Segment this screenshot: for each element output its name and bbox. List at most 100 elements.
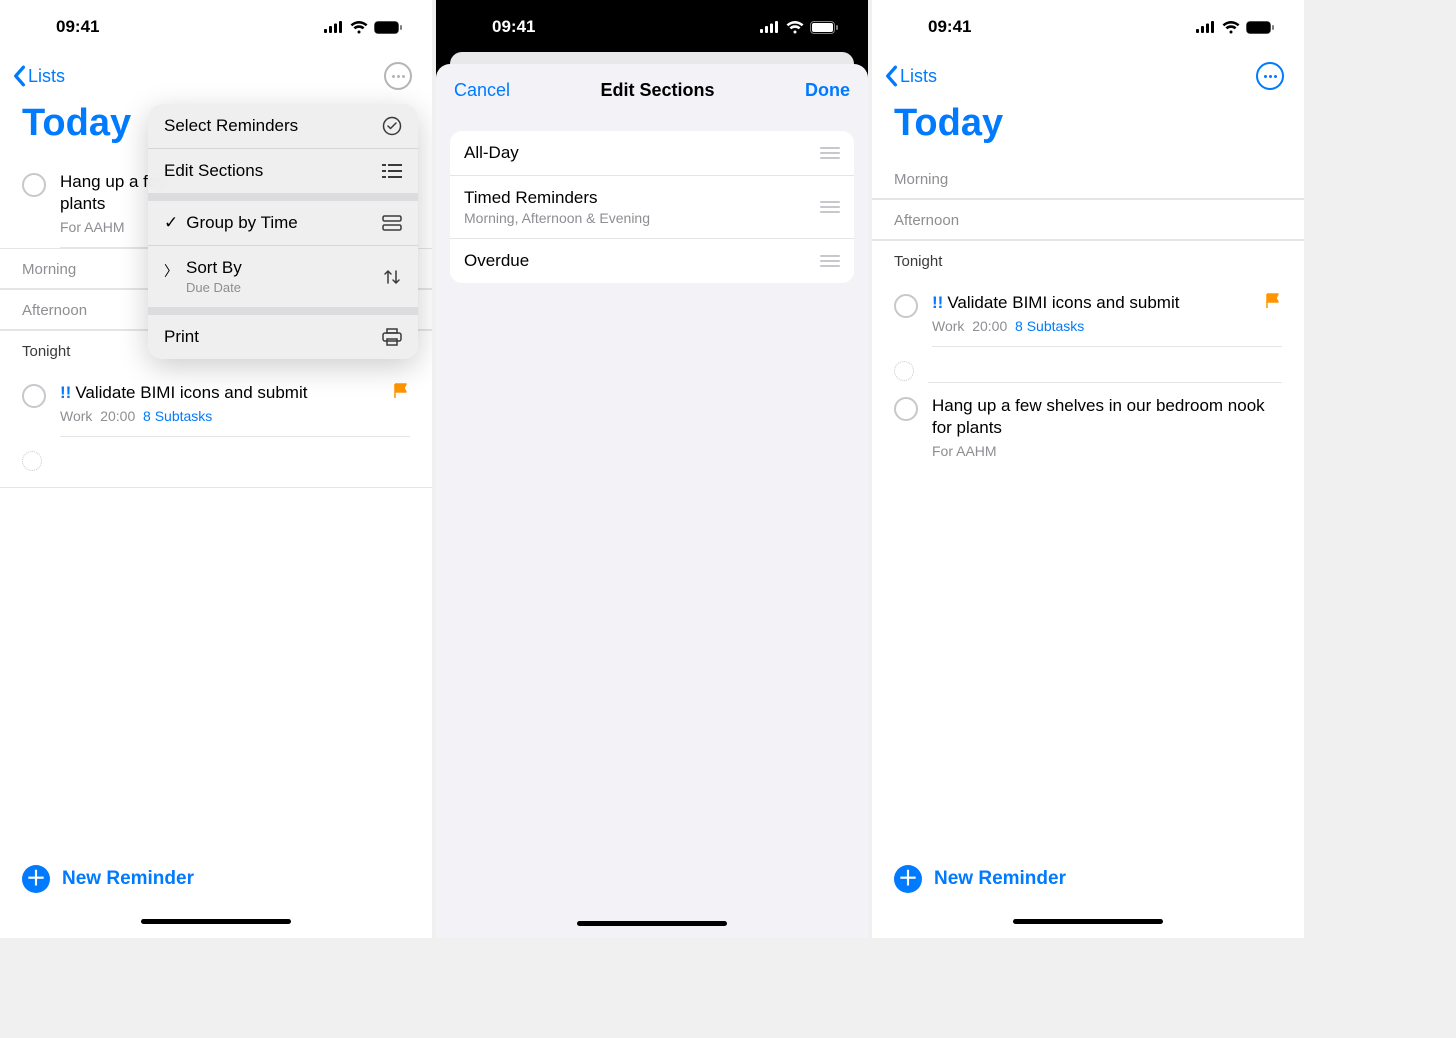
section-header-morning: Morning [872,159,1304,199]
back-button[interactable]: Lists [12,65,65,87]
chevron-left-icon [12,65,26,87]
checkbox-circle-icon[interactable] [22,173,46,197]
back-label: Lists [900,66,937,87]
status-indicators [1196,21,1274,34]
printer-icon [382,328,402,346]
cellular-icon [1196,21,1216,33]
reminder-item[interactable]: Hang up a few shelves in our bedroom noo… [872,383,1304,471]
screenshot-2: 09:41 Cancel Edit Sections Done All-Day … [436,0,868,938]
reminder-meta: Work 20:00 8 Subtasks [60,408,410,424]
reminder-item[interactable]: !!Validate BIMI icons and submit Work 20… [872,280,1304,347]
edit-sections-sheet: Cancel Edit Sections Done All-Day Timed … [436,64,868,938]
menu-edit-sections[interactable]: Edit Sections [148,149,418,201]
rows-icon [382,215,402,231]
drag-handle-icon[interactable] [820,255,840,267]
dot-icon [1264,75,1267,78]
plus-circle-icon: ＋ [22,865,50,893]
section-cell-allday[interactable]: All-Day [450,131,854,176]
status-indicators [760,21,838,34]
menu-group-by-time[interactable]: ✓Group by Time [148,201,418,246]
status-bar: 09:41 [436,0,868,54]
checkbox-circle-icon[interactable] [894,397,918,421]
more-button[interactable] [384,62,412,90]
chevron-left-icon [884,65,898,87]
reminder-meta: Work 20:00 8 Subtasks [932,318,1282,334]
bottom-bar: ＋ New Reminder [872,845,1304,938]
status-bar: 09:41 [0,0,432,54]
checkbox-circle-icon[interactable] [894,294,918,318]
reminder-item[interactable]: !!Validate BIMI icons and submit Work 20… [0,370,432,437]
dot-icon [392,75,395,78]
new-reminder-row[interactable] [872,347,1304,383]
reminder-title: Validate BIMI icons and submit [75,383,307,402]
reminder-title-line2: plants [60,194,105,213]
sheet-navbar: Cancel Edit Sections Done [436,64,868,117]
screenshot-3: 09:41 Lists Today Morning Afternoon Toni… [872,0,1304,938]
flag-icon [1264,292,1282,310]
more-button[interactable] [1256,62,1284,90]
add-circle-dotted-icon[interactable] [894,361,914,381]
dot-icon [397,75,400,78]
battery-icon [810,21,838,34]
wifi-icon [786,21,804,34]
chevron-right-icon: 〉 [164,261,178,281]
home-indicator[interactable] [141,919,291,924]
dot-icon [402,75,405,78]
options-popover: Select Reminders Edit Sections ✓Group by… [148,104,418,359]
screenshot-1: 09:41 Lists Today Hang up a fewplants Fo… [0,0,432,938]
cellular-icon [760,21,780,33]
drag-handle-icon[interactable] [820,201,840,213]
menu-sort-by[interactable]: 〉 Sort By Due Date [148,246,418,315]
status-bar: 09:41 [872,0,1304,54]
cellular-icon [324,21,344,33]
cell-subtitle: Morning, Afternoon & Evening [464,210,650,226]
status-time: 09:41 [492,17,535,37]
dot-icon [1274,75,1277,78]
back-label: Lists [28,66,65,87]
reminder-title: Hang up a few shelves in our bedroom noo… [932,396,1265,437]
status-indicators [324,21,402,34]
battery-icon [1246,21,1274,34]
section-header-afternoon: Afternoon [872,199,1304,240]
navbar: Lists [0,54,432,94]
bottom-bar: ＋ New Reminder [0,845,432,938]
drag-handle-icon[interactable] [820,147,840,159]
subtasks-link[interactable]: 8 Subtasks [1015,318,1084,334]
navbar: Lists [872,54,1304,94]
reminder-meta: For AAHM [932,443,1282,459]
cancel-button[interactable]: Cancel [454,80,510,101]
menu-select-reminders[interactable]: Select Reminders [148,104,418,149]
menu-print[interactable]: Print [148,315,418,359]
subtasks-link[interactable]: 8 Subtasks [143,408,212,424]
list-sections-icon [382,163,402,179]
priority-marker: !! [60,383,71,402]
checkbox-circle-icon[interactable] [22,384,46,408]
home-indicator[interactable] [577,921,727,926]
section-header-tonight: Tonight [872,240,1304,280]
priority-marker: !! [932,293,943,312]
done-button[interactable]: Done [805,80,850,101]
reminder-title: Validate BIMI icons and submit [947,293,1179,312]
new-reminder-row[interactable] [0,437,432,488]
page-title: Today [872,94,1304,159]
battery-icon [374,21,402,34]
sort-arrows-icon [382,268,402,286]
section-cell-timed[interactable]: Timed Reminders Morning, Afternoon & Eve… [450,176,854,239]
plus-circle-icon: ＋ [894,865,922,893]
status-time: 09:41 [928,17,971,37]
sort-by-subtitle: Due Date [186,280,242,295]
checkmark-icon: ✓ [164,213,178,233]
back-button[interactable]: Lists [884,65,937,87]
sections-list: All-Day Timed Reminders Morning, Afterno… [450,131,854,283]
home-indicator[interactable] [1013,919,1163,924]
check-circle-icon [382,116,402,136]
new-reminder-button[interactable]: ＋ New Reminder [894,865,1282,893]
wifi-icon [350,21,368,34]
new-reminder-button[interactable]: ＋ New Reminder [22,865,410,893]
flag-icon [392,382,410,400]
status-time: 09:41 [56,17,99,37]
sheet-title: Edit Sections [601,80,715,101]
dot-icon [1269,75,1272,78]
section-cell-overdue[interactable]: Overdue [450,239,854,283]
add-circle-dotted-icon[interactable] [22,451,42,471]
